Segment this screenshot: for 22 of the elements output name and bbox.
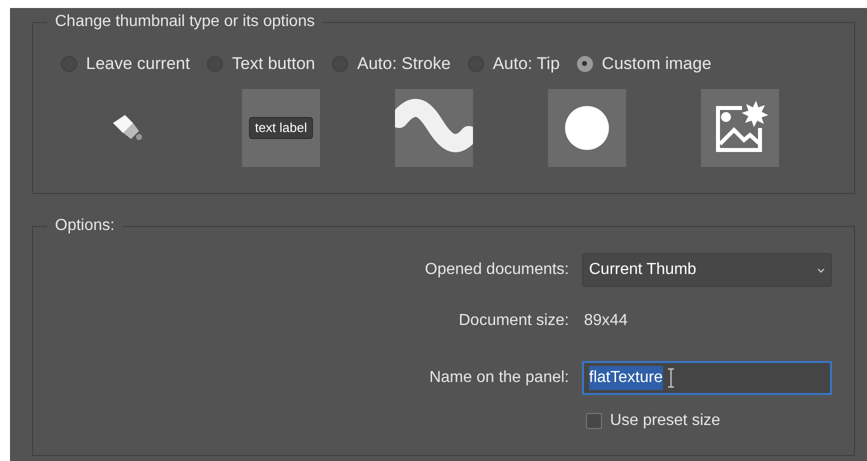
group-title: Change thumbnail type or its options [47,13,323,31]
documents-dropdown[interactable]: Current Thumb [582,253,832,287]
checkbox[interactable] [586,413,602,429]
circle-icon [565,106,609,150]
brush-stroke-icon [111,112,145,142]
field-label: Document size: [458,311,569,331]
document-size-value: 89x44 [583,311,629,331]
checkbox-label: Use preset size [610,411,720,431]
group-title: Options: [47,217,123,235]
name-field[interactable]: flatTexture [582,361,832,395]
radio-label: Text button [232,53,316,75]
text-thumbnail[interactable]: text label [242,88,320,166]
radio-button[interactable] [576,56,593,72]
chevron-down-icon [817,268,825,272]
radio-label: Auto: Tip [492,53,560,75]
radio-label: Auto: Stroke [357,53,451,75]
text-cursor-icon [666,368,675,388]
radio-label: Leave current [86,53,190,75]
field-label: Opened documents: [424,260,569,280]
text-label-preview: text label [248,116,314,138]
radio-label: Custom image [602,53,712,75]
field-label: Name on the panel: [428,368,569,388]
